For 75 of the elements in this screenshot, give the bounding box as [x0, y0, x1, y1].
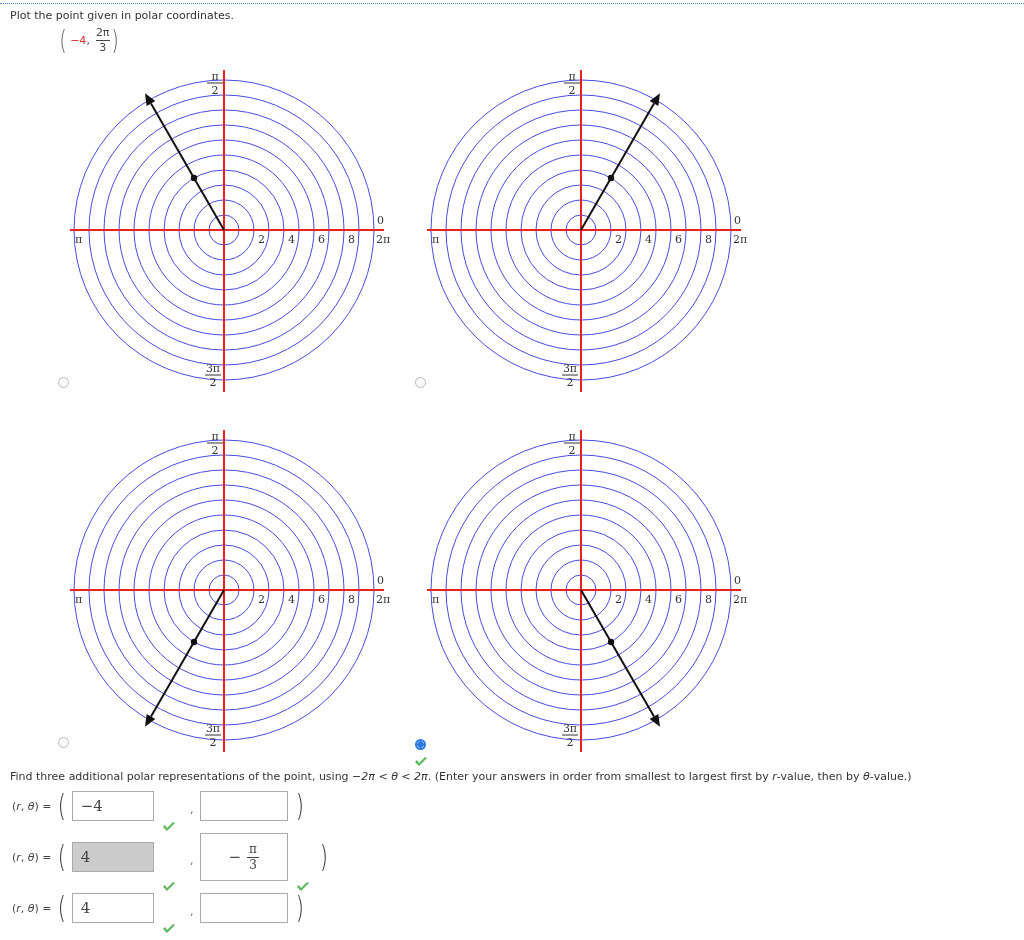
parenthesis: ): [319, 842, 328, 872]
coordinate-label: (r, θ) =: [12, 850, 53, 864]
angle-label: 3π: [205, 362, 221, 375]
point-marker: [190, 174, 198, 182]
tick-label: 8: [705, 233, 712, 246]
comma: ,: [86, 33, 90, 47]
angle-label: 0: [734, 214, 741, 227]
angle-label: 2π: [733, 593, 747, 606]
angle-label: 2π: [376, 593, 390, 606]
angle-label: 3π: [205, 722, 221, 735]
angle-label: π: [568, 70, 576, 83]
point-marker: [607, 638, 615, 646]
angle-label: 0: [377, 574, 384, 587]
angle-label: 3π: [562, 722, 578, 735]
comma: ,: [188, 903, 195, 918]
point-marker: [190, 638, 198, 646]
tick-label: 6: [675, 593, 682, 606]
angle-label: π: [75, 593, 83, 606]
angle-label: 2: [566, 376, 574, 389]
tick-label: 8: [348, 233, 355, 246]
parenthesis: (: [57, 791, 66, 821]
angle-label: 2: [209, 376, 217, 389]
tick-label: 6: [675, 233, 682, 246]
numerator: 2π: [95, 26, 110, 41]
radio-button[interactable]: [58, 377, 69, 388]
angle-label: 2: [211, 444, 219, 457]
tick-label: 2: [258, 233, 265, 246]
angle-label: 2: [211, 84, 219, 97]
angle-label: 0: [734, 574, 741, 587]
comma: ,: [188, 801, 195, 816]
radio-button[interactable]: [58, 737, 69, 748]
radio-button[interactable]: [415, 739, 426, 750]
instruction-text: Find three additional polar representations of the point, using −2π < θ < 2π. (Enter your answers in order from smallest to largest first by r-value, then by θ-value.): [9, 770, 913, 783]
angle-label: 2: [566, 736, 574, 749]
tick-label: 4: [645, 593, 652, 606]
question-text: Plot the point given in polar coordinates.: [9, 9, 236, 22]
angle-label: 2: [568, 444, 576, 457]
tick-label: 8: [705, 593, 712, 606]
angle-label: 2: [568, 84, 576, 97]
angle-label: π: [432, 593, 440, 606]
point-marker: [607, 174, 615, 182]
tick-label: 4: [645, 233, 652, 246]
tick-label: 6: [318, 593, 325, 606]
answer-field[interactable]: 4: [71, 893, 154, 923]
tick-label: 4: [288, 593, 295, 606]
denominator: 3: [99, 40, 107, 54]
comma: ,: [188, 852, 195, 867]
angle-label: π: [432, 233, 440, 246]
parenthesis: ): [295, 791, 304, 821]
coordinate-label: (r, θ) =: [12, 901, 53, 915]
answer-field[interactable]: [199, 893, 288, 923]
tick-label: 2: [258, 593, 265, 606]
angle-label: π: [75, 233, 83, 246]
tick-label: 4: [288, 233, 295, 246]
angle-label: 0: [377, 214, 384, 227]
parenthesis: ): [111, 25, 119, 55]
parenthesis: (: [57, 842, 66, 872]
angle-label: 2π: [733, 233, 747, 246]
angle-label: π: [211, 70, 219, 83]
angle-label: π: [568, 430, 576, 443]
angle-label: 3π: [562, 362, 578, 375]
answer-field[interactable]: −4: [71, 791, 154, 821]
parenthesis: (: [59, 25, 67, 55]
parenthesis: ): [295, 893, 304, 923]
tick-label: 2: [615, 233, 622, 246]
tick-label: 6: [318, 233, 325, 246]
tick-label: 2: [615, 593, 622, 606]
parenthesis: (: [57, 893, 66, 923]
angle-label: 2π: [376, 233, 390, 246]
angle-label: π: [211, 430, 219, 443]
coordinate-label: (r, θ) =: [12, 799, 53, 813]
angle-label: 2: [209, 736, 217, 749]
answer-field[interactable]: [199, 791, 288, 821]
radio-button[interactable]: [415, 377, 426, 388]
tick-label: 8: [348, 593, 355, 606]
